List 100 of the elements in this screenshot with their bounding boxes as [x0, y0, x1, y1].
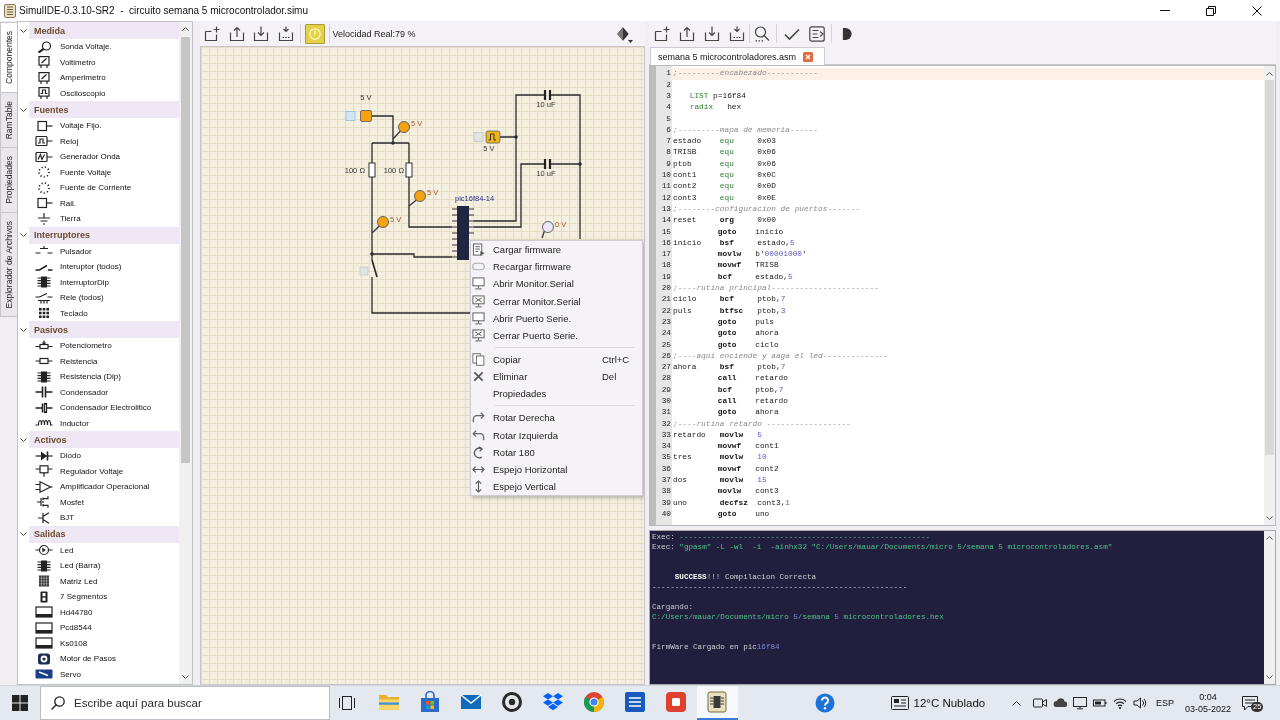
menu-item[interactable]: Eliminar Del — [471, 368, 642, 386]
component-item[interactable]: Reistencia — [35, 353, 98, 369]
search-icon[interactable] — [753, 25, 770, 42]
category-header[interactable]: Salidas — [29, 525, 179, 543]
tray-dots-icon[interactable] — [278, 25, 295, 42]
clock-time[interactable]: 0:04 — [1199, 692, 1217, 702]
chevron-down-icon[interactable] — [20, 437, 27, 442]
component-item[interactable]: BJT — [35, 510, 75, 526]
component-item[interactable]: Pulsador — [35, 243, 92, 259]
component-item[interactable]: Sonda Voltaje. — [35, 39, 112, 55]
tray-arrow-down-icon[interactable] — [703, 25, 720, 42]
battery-icon[interactable] — [1093, 696, 1107, 710]
category-header[interactable]: Pasivos — [29, 321, 179, 338]
wifi-icon[interactable] — [1113, 696, 1127, 710]
component-item[interactable]: Led (Barra) — [35, 558, 101, 574]
scrollbar-thumb[interactable] — [181, 37, 190, 463]
monitor-icon[interactable] — [1073, 696, 1087, 710]
component-item[interactable]: Motor de Pasos — [35, 651, 117, 667]
component-item[interactable]: Pcd8544 — [35, 620, 92, 636]
scrollbar-thumb[interactable] — [1265, 80, 1274, 455]
component-item[interactable]: Interuptor (todos) — [35, 259, 122, 275]
component-item[interactable]: Condensador Electrolitico — [35, 400, 152, 416]
category-header[interactable]: Medida — [29, 22, 179, 39]
component-item[interactable]: Rail. — [35, 195, 76, 211]
component-item[interactable]: Reloj — [35, 133, 79, 149]
chevron-down-icon[interactable] — [20, 233, 27, 237]
component-item[interactable]: Generador Onda — [35, 149, 121, 165]
menu-item[interactable]: Rotar Derecha — [471, 409, 642, 427]
menu-item[interactable]: Abrir Puerto Serie. — [471, 309, 642, 327]
tray-arrow-up-icon[interactable] — [678, 25, 695, 42]
component-item[interactable]: Matriz Led — [35, 573, 98, 589]
component-item[interactable]: Led — [35, 542, 74, 558]
component-item[interactable]: Inductor — [35, 415, 89, 431]
diamond-icon[interactable] — [617, 26, 629, 41]
tray-dots-icon[interactable] — [728, 25, 745, 42]
component-item[interactable]: Osciloscopio — [35, 85, 106, 101]
chevron-down-icon[interactable] — [20, 28, 27, 33]
cloud-icon[interactable] — [1053, 696, 1067, 710]
menu-item[interactable]: Rotar Izquierda — [471, 426, 642, 444]
category-header[interactable]: Activos — [29, 431, 179, 448]
component-item[interactable]: Servo — [35, 666, 81, 682]
search-field[interactable]: Escribe aquí para buscar — [40, 686, 330, 720]
component-item[interactable]: Condensador — [35, 384, 109, 400]
side-tab[interactable]: RamTable — [0, 91, 17, 149]
weather-text[interactable]: 12°C Nublado — [913, 697, 986, 709]
chevron-down-icon[interactable] — [1266, 516, 1273, 520]
task-view-icon[interactable] — [339, 696, 355, 710]
news-icon[interactable] — [890, 696, 909, 710]
component-item[interactable]: Diodo — [35, 448, 81, 464]
category-header[interactable]: Interruptores — [29, 226, 179, 244]
chevron-up-icon[interactable] — [1266, 72, 1273, 76]
menu-item[interactable]: Propiedades — [471, 385, 642, 403]
component-item[interactable]: Teclado — [35, 305, 88, 321]
component-item[interactable]: Fuente Voltaje — [35, 164, 112, 180]
component-item[interactable]: Amperimetro — [35, 70, 106, 86]
chevron-down-icon[interactable] — [20, 532, 27, 536]
component-item[interactable]: InterruptorDip — [35, 274, 109, 290]
tray-arrow-up-icon[interactable] — [228, 25, 245, 42]
component-item[interactable]: Tierra — [35, 211, 81, 227]
caret-icon[interactable] — [628, 39, 633, 43]
menu-item[interactable]: Rotar 180 — [471, 443, 642, 461]
chevron-down-icon[interactable] — [20, 107, 27, 112]
menu-item[interactable]: Cerrar Puerto Serie. — [471, 326, 642, 345]
language-indicator[interactable]: ESP — [1156, 698, 1180, 708]
component-item[interactable]: Rele (todos) — [35, 290, 104, 306]
menu-item[interactable]: Espejo Horizontal — [471, 460, 642, 479]
menu-item[interactable]: Copiar Ctrl+C — [471, 350, 642, 369]
chevron-down-icon[interactable] — [182, 675, 189, 679]
chevron-up-icon[interactable] — [1012, 700, 1021, 706]
component-item[interactable]: 7 Segmentos — [35, 589, 108, 605]
chevron-up-icon[interactable] — [1266, 536, 1273, 540]
speaker-icon[interactable] — [1133, 696, 1147, 710]
side-tab[interactable]: Explorador de Archivos — [0, 211, 17, 318]
file-tab[interactable]: semana 5 microcontroladores.asm — [650, 47, 826, 65]
component-item[interactable]: Potenciometro — [35, 338, 112, 354]
start-icon[interactable] — [12, 695, 28, 711]
side-tab[interactable]: Componentes — [0, 22, 17, 93]
component-item[interactable]: Fuente de Corriente — [35, 180, 132, 196]
component-item[interactable]: Voltaje Fijo. — [35, 118, 102, 134]
category-header[interactable]: Fuentes — [29, 101, 179, 118]
chevron-up-icon[interactable] — [182, 27, 189, 31]
new-file-icon[interactable] — [653, 25, 670, 42]
help-icon[interactable] — [814, 693, 835, 713]
menu-item[interactable]: Espejo Vertical — [471, 478, 642, 496]
restore-icon[interactable] — [1206, 5, 1216, 16]
new-file-icon[interactable] — [204, 25, 221, 42]
taskbar-button[interactable] — [696, 686, 738, 720]
component-item[interactable]: Ks0108 — [35, 635, 88, 651]
component-item[interactable]: Resistencia (Dip) — [35, 369, 121, 385]
camera-icon[interactable] — [1033, 696, 1047, 710]
component-item[interactable]: Amplificador Operacional — [35, 479, 150, 495]
chevron-down-icon[interactable] — [20, 327, 27, 332]
close-icon[interactable] — [1252, 5, 1262, 16]
component-item[interactable]: Hd44780 — [35, 604, 93, 620]
component-item[interactable]: Voltimetro — [35, 54, 96, 70]
side-tab[interactable]: Propiedades — [0, 147, 17, 213]
chevron-down-icon[interactable] — [1266, 675, 1273, 679]
component-item[interactable]: Regulador Voltaje — [35, 463, 124, 479]
component-item[interactable]: Mosfet — [35, 494, 84, 510]
clock-date[interactable]: 03-05-2022 — [1184, 704, 1231, 714]
